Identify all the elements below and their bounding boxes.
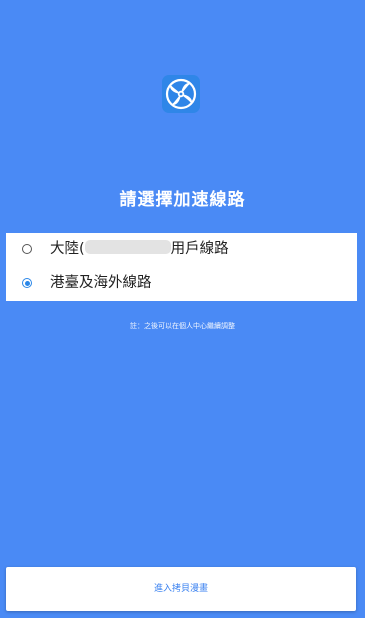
app-logo <box>162 75 200 113</box>
turbine-icon <box>162 75 200 113</box>
route-option-mainland-label: 大陸( 用戶線路 <box>50 238 229 260</box>
route-option-overseas[interactable]: 港臺及海外線路 <box>6 267 357 301</box>
route-options-panel: 大陸( 用戶線路 港臺及海外線路 <box>6 233 357 301</box>
radio-unchecked-icon[interactable] <box>22 244 32 254</box>
enter-app-button[interactable]: 進入拷貝漫畫 <box>6 567 356 611</box>
hint-note: 註：之後可以在個人中心繼續調整 <box>130 322 235 330</box>
route-option-overseas-label: 港臺及海外線路 <box>50 275 152 291</box>
page-title: 請選擇加速線路 <box>119 190 246 210</box>
route-option-mainland-label-prefix: 大陸( <box>50 241 85 257</box>
redacted-text <box>84 240 171 254</box>
route-option-mainland[interactable]: 大陸( 用戶線路 <box>6 233 357 267</box>
radio-checked-icon[interactable] <box>22 278 32 288</box>
route-option-mainland-label-suffix: 用戶線路 <box>170 241 229 257</box>
